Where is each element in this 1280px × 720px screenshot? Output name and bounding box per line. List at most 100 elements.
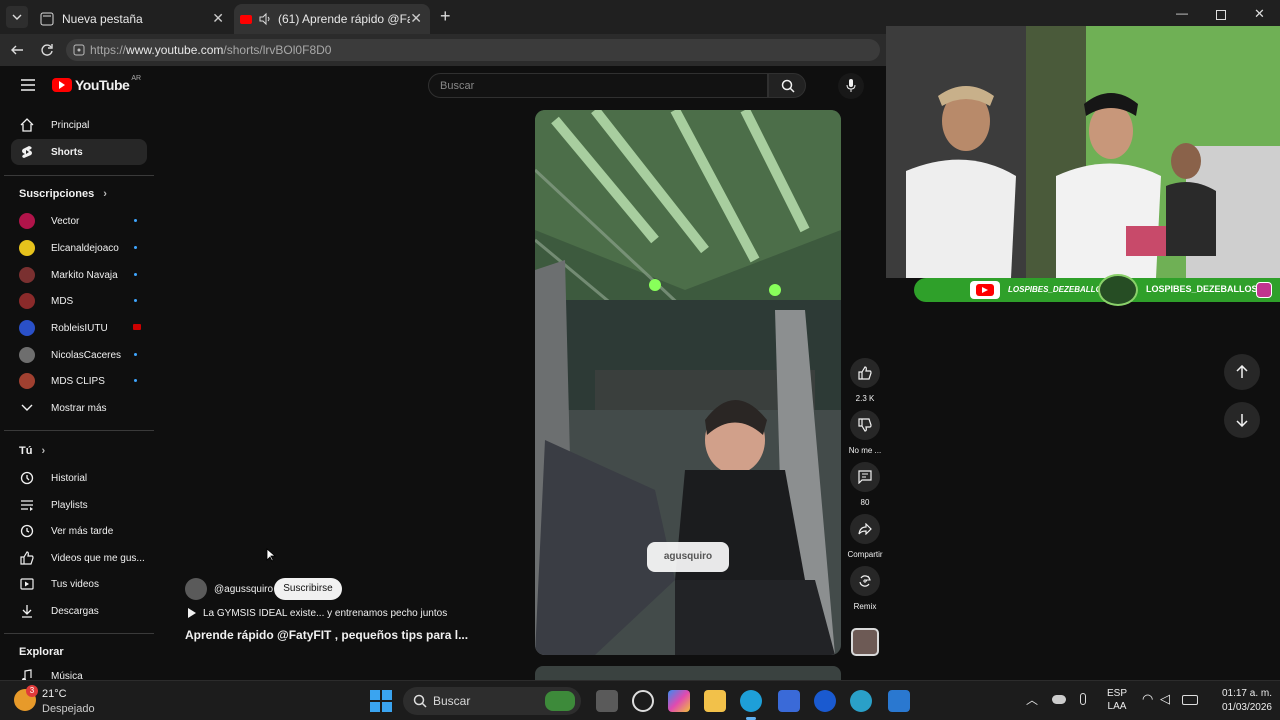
cloud-icon[interactable] xyxy=(1052,695,1066,704)
you-header[interactable]: Tú › xyxy=(19,445,45,457)
new-tab-button[interactable]: + xyxy=(440,6,451,27)
sidebar-item-label: Ver más tarde xyxy=(51,525,114,537)
next-short-button[interactable] xyxy=(1224,402,1260,438)
sidebar-item-subscription[interactable]: RobleisIUTU xyxy=(11,315,147,341)
chevron-right-icon: › xyxy=(41,445,46,457)
back-arrow-icon[interactable] xyxy=(10,43,24,57)
sidebar-item-subscription[interactable]: Elcanaldejoaco xyxy=(11,235,147,261)
sidebar-item-principal[interactable]: Principal xyxy=(11,112,147,138)
weather-widget[interactable]: 3 21°C Despejado xyxy=(14,685,134,717)
windows-icon-tile xyxy=(370,702,380,712)
show-more-button[interactable]: Mostrar más xyxy=(11,395,147,421)
webcam-overlay xyxy=(886,26,1280,278)
comments-button[interactable] xyxy=(850,462,880,492)
weather-temp: 21°C xyxy=(42,688,67,700)
subscriptions-header[interactable]: Suscripciones › xyxy=(19,188,107,200)
arrow-up-icon xyxy=(1236,365,1248,378)
youtube-page: YouTube AR Buscar Principal Shorts Suscr… xyxy=(4,66,886,680)
chevron-up-icon[interactable]: ︿ xyxy=(1026,691,1038,708)
channel-avatar[interactable] xyxy=(185,578,207,600)
search-icon xyxy=(413,694,427,708)
sidebar-item-playlists[interactable]: Playlists xyxy=(11,492,147,518)
sidebar-item-history[interactable]: Historial xyxy=(11,465,147,491)
channel-handle[interactable]: @agussquiro xyxy=(214,584,273,595)
live-icon xyxy=(133,324,141,330)
file-explorer-icon[interactable] xyxy=(704,690,726,712)
thumbs-up-icon xyxy=(19,550,35,566)
search-input[interactable]: Buscar xyxy=(428,73,768,98)
close-tab-icon[interactable]: ✕ xyxy=(410,10,422,27)
instagram-icon xyxy=(1256,282,1272,298)
start-button[interactable] xyxy=(370,690,392,712)
sound-title[interactable]: La GYMSIS IDEAL existe... y entrenamos p… xyxy=(203,608,447,619)
sidebar-item-subscription[interactable]: NicolasCaceres xyxy=(11,342,147,368)
tab-new-tab[interactable]: Nueva pestaña ✕ xyxy=(32,4,232,34)
new-content-dot xyxy=(134,219,137,222)
sidebar-item-subscription[interactable]: Markito Navaja xyxy=(11,262,147,288)
previous-short-button[interactable] xyxy=(1224,354,1260,390)
minimize-window-button[interactable]: — xyxy=(1176,6,1188,20)
copilot-icon[interactable] xyxy=(668,690,690,712)
voice-search-button[interactable] xyxy=(838,73,864,99)
close-window-button[interactable]: ✕ xyxy=(1254,6,1265,22)
sidebar-item-watch-later[interactable]: Ver más tarde xyxy=(11,518,147,544)
microphone-icon[interactable] xyxy=(1080,693,1086,705)
remix-button[interactable] xyxy=(850,566,880,596)
task-view-icon[interactable] xyxy=(596,690,618,712)
youtube-badge-icon xyxy=(970,281,1000,299)
wifi-icon[interactable]: ◠ xyxy=(1142,691,1153,707)
sidebar-item-subscription[interactable]: MDS CLIPS xyxy=(11,368,147,394)
sidebar-item-subscription[interactable]: Vector xyxy=(11,208,147,234)
sound-thumbnail[interactable] xyxy=(851,628,879,656)
sidebar-item-subscription[interactable]: MDS xyxy=(11,288,147,314)
shorts-icon xyxy=(19,144,35,160)
sidebar-item-shorts[interactable]: Shorts xyxy=(11,139,147,165)
short-title[interactable]: Aprende rápido @FatyFIT , pequeños tips … xyxy=(185,628,468,642)
url-field[interactable]: https://www.youtube.com/shorts/lrvBOl0F8… xyxy=(66,39,880,61)
sidebar-item-your-videos[interactable]: Tus videos xyxy=(11,571,147,597)
new-content-dot xyxy=(134,353,137,356)
chrome-icon[interactable] xyxy=(850,690,872,712)
tab-title: Nueva pestaña xyxy=(62,12,143,26)
share-button[interactable] xyxy=(850,514,880,544)
copilot-app-icon[interactable] xyxy=(632,690,654,712)
social-banner: LOSPIBES_DEZEBALLOS LOSPIBES_DEZEBALLOS xyxy=(914,274,1280,306)
short-video-player[interactable]: agusquiro xyxy=(535,110,841,655)
channel-name: MDS xyxy=(51,295,74,307)
dislike-button[interactable] xyxy=(850,410,880,440)
tab-youtube-short[interactable]: (61) Aprende rápido @FatyFIT ✕ xyxy=(234,4,430,34)
sidebar-item-downloads[interactable]: Descargas xyxy=(11,598,147,624)
close-tab-icon[interactable]: ✕ xyxy=(212,10,224,27)
sidebar-item-liked-videos[interactable]: Videos que me gus... xyxy=(11,545,147,571)
search-highlight-icon xyxy=(545,691,575,711)
sidebar-item-label: Playlists xyxy=(51,499,88,511)
refresh-icon[interactable] xyxy=(40,43,54,57)
avatar xyxy=(19,347,35,363)
clock[interactable]: 01:17 a. m. 01/03/2026 xyxy=(1208,687,1272,715)
subscribe-button[interactable]: Suscribirse xyxy=(274,578,342,600)
like-button[interactable] xyxy=(850,358,880,388)
edge-icon[interactable] xyxy=(740,690,762,712)
store-icon[interactable] xyxy=(778,690,800,712)
speaker-icon[interactable] xyxy=(258,12,272,26)
remix-icon xyxy=(859,575,871,587)
hp-icon[interactable] xyxy=(814,690,836,712)
microphone-icon xyxy=(846,79,856,92)
avatar xyxy=(19,320,35,336)
you-title: Tú xyxy=(19,445,33,457)
input-language[interactable]: ESP LAA xyxy=(1104,687,1130,713)
subscriptions-title: Suscripciones xyxy=(19,188,95,200)
tab-actions-menu-button[interactable] xyxy=(6,6,28,28)
search-button[interactable] xyxy=(768,73,806,98)
sidebar-item-label: Música xyxy=(51,670,83,681)
volume-icon[interactable]: ◁ xyxy=(1160,691,1170,707)
channel-name: Markito Navaja xyxy=(51,269,118,281)
taskbar-search[interactable]: Buscar xyxy=(403,687,581,715)
weather-desc: Despejado xyxy=(42,703,95,715)
sidebar-item-music[interactable]: Música xyxy=(11,663,147,680)
outlook-icon[interactable] xyxy=(888,690,910,712)
instagram-handle: LOSPIBES_DEZEBALLOS xyxy=(1146,284,1258,294)
restore-window-button[interactable] xyxy=(1216,10,1226,20)
site-info-icon[interactable] xyxy=(73,44,85,56)
battery-icon[interactable] xyxy=(1182,695,1198,705)
